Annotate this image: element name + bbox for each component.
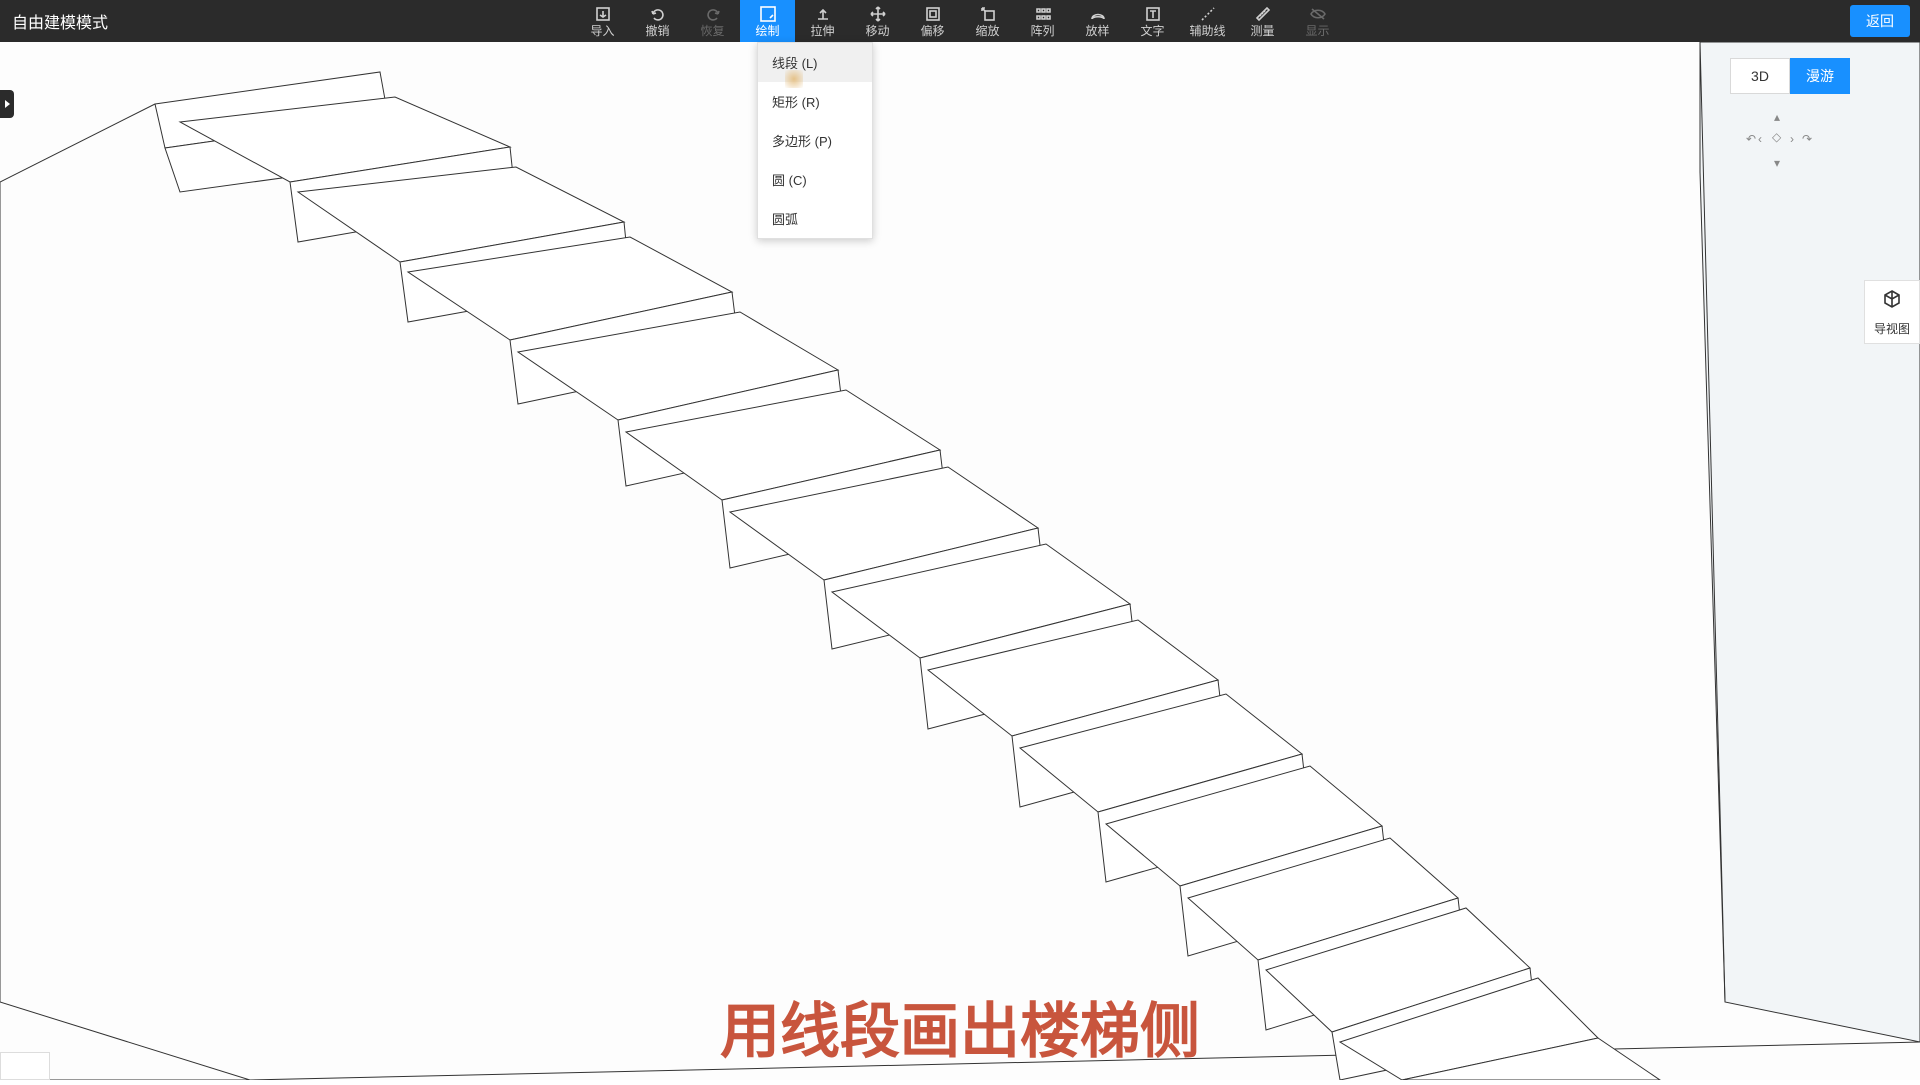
guide-icon — [1198, 4, 1218, 24]
menu-item-circle[interactable]: 圆 (C) — [758, 160, 872, 199]
extrude-button[interactable]: 拉伸 — [795, 0, 850, 42]
move-button[interactable]: 移动 — [850, 0, 905, 42]
nav-gizmo: ▴ ↶ ‹ ◇ › ↷ ▾ — [1734, 110, 1824, 170]
status-input[interactable] — [0, 1052, 50, 1080]
view-roam-button[interactable]: 漫游 — [1790, 58, 1850, 94]
nav-center-icon[interactable]: ◇ — [1772, 130, 1781, 144]
measure-icon — [1253, 4, 1273, 24]
guide-view-icon — [1880, 287, 1904, 316]
nav-right-icon[interactable]: › — [1790, 132, 1794, 146]
draw-button[interactable]: 绘制 — [740, 0, 795, 42]
sample-button[interactable]: 放样 — [1070, 0, 1125, 42]
view-3d-button[interactable]: 3D — [1730, 58, 1790, 94]
measure-button[interactable]: 测量 — [1235, 0, 1290, 42]
display-icon — [1308, 4, 1328, 24]
guide-view-label: 导视图 — [1874, 320, 1910, 337]
viewport[interactable] — [0, 42, 1920, 1080]
scale-button[interactable]: 缩放 — [960, 0, 1015, 42]
cursor-highlight — [785, 70, 803, 88]
display-button[interactable]: 显示 — [1290, 0, 1345, 42]
extrude-icon — [813, 4, 833, 24]
toolbar-center: 导入 撤销 恢复 绘制 拉伸 移动 偏移 缩放 — [575, 0, 1345, 42]
view-controls: 3D 漫游 — [1730, 58, 1850, 94]
menu-item-rect[interactable]: 矩形 (R) — [758, 82, 872, 121]
main-toolbar: 自由建模模式 导入 撤销 恢复 绘制 拉伸 移动 偏移 — [0, 0, 1920, 42]
undo-icon — [648, 4, 668, 24]
subtitle-caption: 用线段画出楼梯侧 — [720, 983, 1200, 1070]
menu-item-arc[interactable]: 圆弧 — [758, 199, 872, 238]
offset-button[interactable]: 偏移 — [905, 0, 960, 42]
nav-left-icon[interactable]: ‹ — [1758, 132, 1762, 146]
scale-icon — [978, 4, 998, 24]
array-icon — [1033, 4, 1053, 24]
nav-rotate-right-icon[interactable]: ↷ — [1802, 132, 1812, 146]
move-icon — [868, 4, 888, 24]
guide-view-button[interactable]: 导视图 — [1864, 280, 1920, 344]
text-button[interactable]: 文字 — [1125, 0, 1180, 42]
import-icon — [593, 4, 613, 24]
draw-icon — [758, 4, 778, 24]
draw-dropdown: 线段 (L) 矩形 (R) 多边形 (P) 圆 (C) 圆弧 — [757, 42, 873, 239]
offset-icon — [923, 4, 943, 24]
array-button[interactable]: 阵列 — [1015, 0, 1070, 42]
undo-button[interactable]: 撤销 — [630, 0, 685, 42]
toolbar-right: 返回 — [1850, 0, 1910, 42]
nav-down-icon[interactable]: ▾ — [1774, 156, 1780, 170]
return-button[interactable]: 返回 — [1850, 5, 1910, 37]
text-icon — [1143, 4, 1163, 24]
redo-button[interactable]: 恢复 — [685, 0, 740, 42]
nav-up-icon[interactable]: ▴ — [1774, 110, 1780, 124]
redo-icon — [703, 4, 723, 24]
stairs-wireframe — [0, 42, 1920, 1080]
menu-item-polygon[interactable]: 多边形 (P) — [758, 121, 872, 160]
app-mode-title: 自由建模模式 — [0, 9, 108, 33]
expand-handle[interactable] — [0, 90, 14, 118]
menu-item-line[interactable]: 线段 (L) — [758, 43, 872, 82]
guide-button[interactable]: 辅助线 — [1180, 0, 1235, 42]
import-button[interactable]: 导入 — [575, 0, 630, 42]
sample-icon — [1088, 4, 1108, 24]
nav-rotate-left-icon[interactable]: ↶ — [1746, 132, 1756, 146]
